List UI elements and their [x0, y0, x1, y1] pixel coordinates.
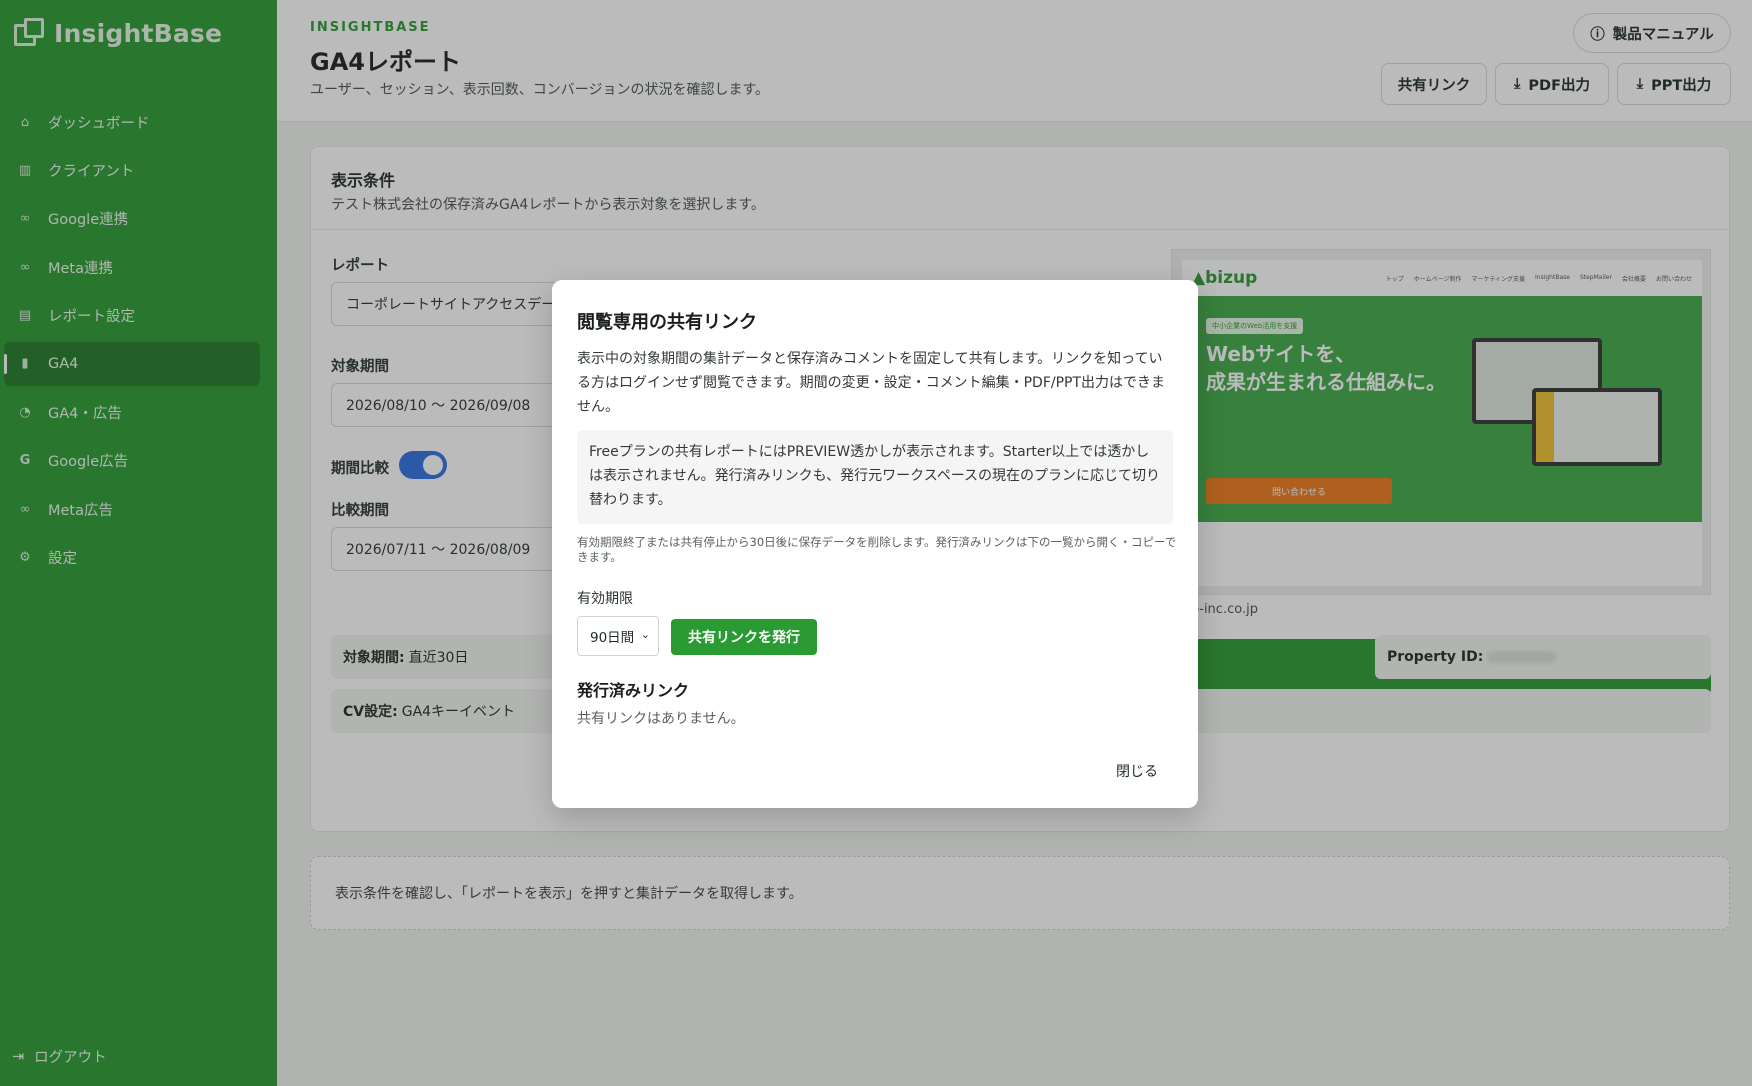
expiry-select-value: 90日間	[590, 630, 635, 646]
issued-links-empty: 共有リンクはありません。	[577, 711, 745, 727]
issued-links-title: 発行済みリンク	[577, 681, 690, 700]
modal-plan-note: Freeプランの共有レポートにはPREVIEW透かしが表示されます。Starte…	[577, 430, 1173, 524]
modal-description: 表示中の対象期間の集計データと保存済みコメントを固定して共有します。リンクを知っ…	[577, 351, 1166, 415]
expiry-select[interactable]: 90日間 ⌄	[577, 616, 659, 656]
close-button[interactable]: 閉じる	[1102, 756, 1172, 786]
modal-retention-note: 有効期限終了または共有停止から30日後に保存データを削除します。発行済みリンクは…	[577, 535, 1177, 564]
share-link-modal: 閲覧専用の共有リンク 表示中の対象期間の集計データと保存済みコメントを固定して共…	[552, 280, 1198, 808]
expiry-label: 有効期限	[577, 591, 633, 607]
issue-link-button[interactable]: 共有リンクを発行	[671, 619, 817, 655]
chevron-down-icon: ⌄	[640, 628, 650, 641]
modal-title: 閲覧専用の共有リンク	[577, 312, 757, 333]
